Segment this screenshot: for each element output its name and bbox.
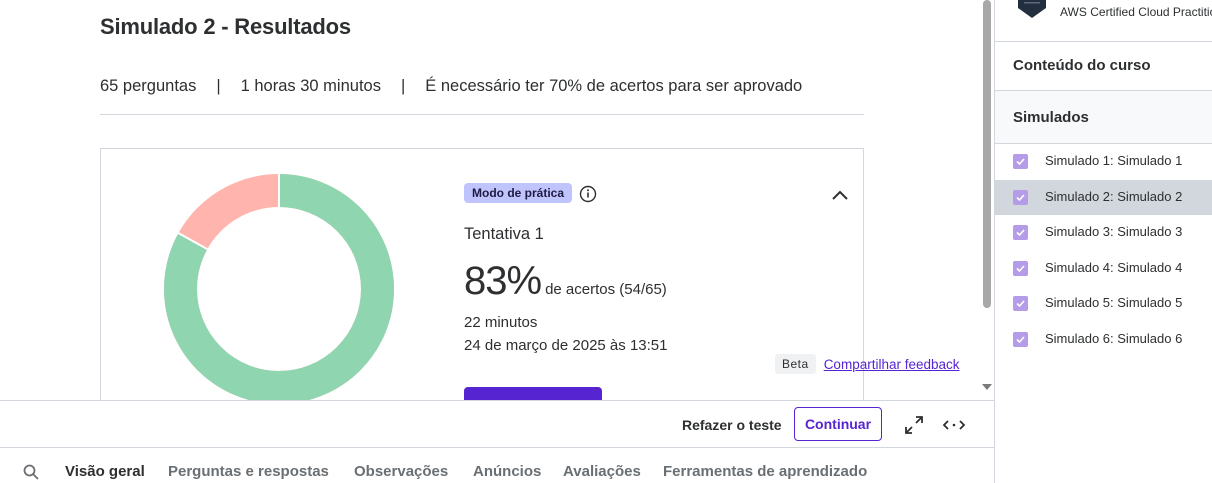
sidebar-item-label: Simulado 1: Simulado 1 — [1045, 153, 1183, 168]
attempt-label: Tentativa 1 — [464, 225, 544, 243]
fullscreen-icon[interactable] — [903, 414, 925, 436]
bottom-action-bar: Refazer o teste Continuar — [0, 400, 994, 447]
sidebar-item-label: Simulado 5: Simulado 5 — [1045, 295, 1183, 310]
completed-checkbox[interactable] — [1013, 332, 1028, 347]
pass-requirement: É necessário ter 70% de acertos para ser… — [425, 77, 803, 95]
check-icon — [1016, 158, 1025, 166]
meta-separator: | — [400, 77, 406, 95]
main-content: Simulado 2 - Resultados 65 perguntas | 1… — [0, 0, 994, 400]
check-icon — [1016, 229, 1025, 237]
completed-checkbox[interactable] — [1013, 190, 1028, 205]
retake-test-button[interactable]: Refazer o teste — [682, 417, 782, 433]
share-feedback-link[interactable]: Compartilhar feedback — [824, 357, 960, 372]
continue-button[interactable]: Continuar — [794, 407, 882, 441]
sidebar-item-label: Simulado 3: Simulado 3 — [1045, 224, 1183, 239]
meta-separator: | — [216, 77, 221, 95]
scrollbar[interactable] — [980, 0, 994, 400]
score-donut-chart — [164, 174, 394, 400]
expand-width-icon[interactable] — [942, 414, 966, 436]
completed-checkbox[interactable] — [1013, 225, 1028, 240]
tab-announcements[interactable]: Anúncios — [473, 463, 541, 480]
sidebar-item-simulado-3[interactable]: Simulado 3: Simulado 3 — [995, 215, 1212, 250]
check-icon — [1016, 336, 1025, 344]
score-percentage: 83% — [464, 259, 542, 303]
course-sidebar: AWS Certified Cloud Practitioner Conteúd… — [994, 0, 1212, 483]
tab-notes[interactable]: Observações — [354, 463, 448, 480]
time-taken: 22 minutos — [464, 314, 538, 331]
check-icon — [1016, 194, 1025, 202]
feedback-area: Beta Compartilhar feedback — [775, 354, 960, 374]
tab-questions-answers[interactable]: Perguntas e respostas — [168, 463, 329, 480]
quiz-duration: 1 horas 30 minutos — [240, 77, 381, 95]
attempt-date: 24 de março de 2025 às 13:51 — [464, 337, 668, 354]
sidebar-item-label: Simulado 2: Simulado 2 — [1045, 189, 1183, 204]
completed-checkbox[interactable] — [1013, 296, 1028, 311]
tabs-row: Visão geral Perguntas e respostas Observ… — [0, 447, 994, 483]
score-row: 83% de acertos (54/65) — [464, 259, 667, 304]
tab-reviews[interactable]: Avaliações — [563, 463, 641, 480]
scrollbar-thumb[interactable] — [983, 0, 991, 308]
course-content-title: Conteúdo do curso — [1013, 57, 1151, 74]
scroll-down-arrow[interactable] — [982, 384, 992, 390]
section-title: Simulados — [1013, 109, 1089, 126]
result-card: Modo de prática Tentativa 1 83% de acert… — [100, 148, 864, 400]
sidebar-item-simulado-1[interactable]: Simulado 1: Simulado 1 — [995, 144, 1212, 179]
check-icon — [1016, 265, 1025, 273]
sidebar-item-simulado-5[interactable]: Simulado 5: Simulado 5 — [995, 286, 1212, 321]
divider — [100, 114, 864, 115]
question-count: 65 perguntas — [100, 77, 197, 95]
tab-overview[interactable]: Visão geral — [65, 463, 145, 480]
sidebar-item-label: Simulado 4: Simulado 4 — [1045, 260, 1183, 275]
sidebar-item-simulado-4[interactable]: Simulado 4: Simulado 4 — [995, 251, 1212, 286]
quiz-meta: 65 perguntas | 1 horas 30 minutos | É ne… — [100, 77, 802, 96]
info-icon[interactable] — [579, 185, 597, 203]
page-title: Simulado 2 - Resultados — [100, 14, 351, 39]
chevron-up-icon[interactable] — [830, 185, 850, 205]
sidebar-item-label: Simulado 6: Simulado 6 — [1045, 331, 1183, 346]
review-questions-button[interactable] — [464, 387, 602, 400]
course-content-header[interactable]: Conteúdo do curso — [995, 42, 1212, 91]
score-detail: de acertos (54/65) — [545, 281, 667, 298]
sidebar-header: AWS Certified Cloud Practitioner — [995, 0, 1212, 42]
sidebar-item-simulado-6[interactable]: Simulado 6: Simulado 6 — [995, 322, 1212, 357]
practice-mode-badge: Modo de prática — [464, 183, 573, 203]
check-icon — [1016, 300, 1025, 308]
completed-checkbox[interactable] — [1013, 154, 1028, 169]
certification-badge-icon — [1018, 0, 1046, 18]
beta-badge: Beta — [775, 354, 816, 374]
certification-name: AWS Certified Cloud Practitioner — [1060, 5, 1212, 19]
sidebar-item-simulado-2[interactable]: Simulado 2: Simulado 2 — [995, 180, 1212, 215]
completed-checkbox[interactable] — [1013, 261, 1028, 276]
search-icon[interactable] — [22, 463, 40, 481]
section-header-simulados[interactable]: Simulados — [995, 91, 1212, 144]
tab-learning-tools[interactable]: Ferramentas de aprendizado — [663, 463, 867, 480]
